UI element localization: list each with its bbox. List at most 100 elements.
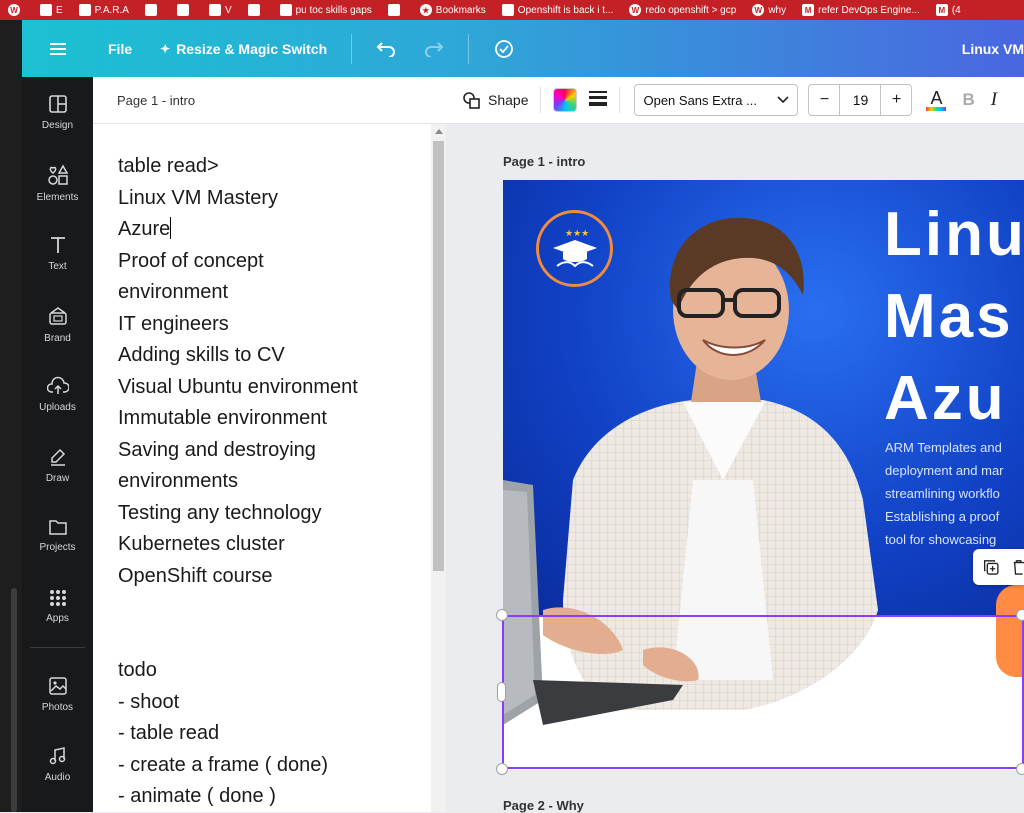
notes-line-text: table read> xyxy=(118,155,219,177)
notes-scrollbar[interactable] xyxy=(431,124,446,812)
italic-button[interactable]: I xyxy=(991,89,997,111)
font-size-value[interactable]: 19 xyxy=(839,85,882,115)
notes-line: Adding skills to CV xyxy=(118,340,431,372)
os-left-edge xyxy=(0,20,22,812)
design-icon xyxy=(48,95,67,113)
resize-handle-top-left[interactable] xyxy=(496,609,508,621)
rail-item-draw[interactable]: Draw xyxy=(22,447,93,484)
bold-button[interactable]: B xyxy=(962,90,974,110)
sparkle-icon: ✦ xyxy=(160,41,171,56)
rail-label: Uploads xyxy=(39,402,76,413)
rail-item-projects[interactable]: Projects xyxy=(22,518,93,553)
bookmark-label: pu toc skills gaps xyxy=(295,4,372,16)
os-scrollbar[interactable] xyxy=(11,588,17,812)
folder-icon xyxy=(78,4,91,16)
notes-line: table read> xyxy=(118,151,431,183)
page-2-label[interactable]: Page 2 - Why xyxy=(503,798,584,813)
page-1-label[interactable]: Page 1 - intro xyxy=(503,154,585,169)
wordpress-icon: W xyxy=(629,4,642,16)
color-picker-button[interactable] xyxy=(553,88,578,112)
notes-line-text: Immutable environment xyxy=(118,407,327,429)
rail-item-text[interactable]: Text xyxy=(22,235,93,272)
photos-icon xyxy=(48,677,67,695)
scrollbar-thumb[interactable] xyxy=(433,141,444,571)
notes-line-text: Adding skills to CV xyxy=(118,344,285,366)
scroll-up-arrow-icon[interactable] xyxy=(435,129,443,134)
notes-line: Azure xyxy=(118,214,431,246)
delete-icon[interactable] xyxy=(1012,557,1024,577)
notes-line: environment xyxy=(118,277,431,309)
rail-item-uploads[interactable]: Uploads xyxy=(22,376,93,413)
bookmark-item[interactable] xyxy=(137,0,169,20)
bookmark-item[interactable] xyxy=(380,0,412,20)
font-family-value: Open Sans Extra ... xyxy=(643,92,757,108)
notes-line: environments xyxy=(118,466,431,498)
notes-line-text: Kubernetes cluster xyxy=(118,533,285,555)
uploads-icon xyxy=(46,376,69,394)
resize-handle-bottom-left[interactable] xyxy=(496,763,508,775)
bookmarks-bar: W E P.A.R.A Vpu toc skills gaps ★ Bookmarks Op… xyxy=(0,0,1024,20)
bookmark-item[interactable]: W xyxy=(0,0,32,20)
bookmark-item[interactable]: E xyxy=(32,0,71,20)
draw-icon xyxy=(50,448,65,466)
chevron-down-icon xyxy=(777,96,790,104)
wordpress-icon: W xyxy=(8,4,20,16)
top-toolbar: File ✦ Resize & Magic Switch Linux VM xyxy=(22,20,1024,77)
bookmark-item[interactable]: ★ Bookmarks xyxy=(412,0,494,20)
notes-line: Kubernetes cluster xyxy=(118,529,431,561)
bookmark-item[interactable]: Wredo openshift > gcp xyxy=(621,0,744,20)
resize-handle-left[interactable] xyxy=(497,682,506,702)
notes-line-text: Visual Ubuntu environment xyxy=(118,375,358,398)
redo-button[interactable] xyxy=(410,31,458,67)
decrease-font-size-button[interactable]: − xyxy=(809,91,839,109)
bookmark-item[interactable]: Wwhy xyxy=(744,0,794,20)
rail-label: Projects xyxy=(39,542,76,553)
toolbar-divider xyxy=(540,87,542,113)
bookmark-item[interactable]: Openshift is back i t... xyxy=(494,0,622,20)
notes-line-text: - shoot xyxy=(118,690,180,713)
text-icon xyxy=(50,237,65,253)
color-bar xyxy=(926,107,947,111)
menu-button[interactable] xyxy=(22,42,94,56)
line-style-button[interactable] xyxy=(589,90,608,111)
notes-line xyxy=(118,592,431,624)
design-title[interactable]: Linux VM xyxy=(962,41,1024,57)
bookmark-item[interactable] xyxy=(169,0,201,20)
rail-item-elements[interactable]: Elements xyxy=(22,164,93,203)
bookmark-label: Openshift is back i t... xyxy=(517,4,614,16)
bookmark-item[interactable]: P.A.R.A xyxy=(71,0,137,20)
shape-button[interactable]: Shape xyxy=(462,91,528,109)
bookmark-item[interactable]: M (4 xyxy=(928,0,969,20)
rail-item-design[interactable]: Design xyxy=(22,94,93,131)
rail-label: Text xyxy=(48,261,67,272)
bookmark-item[interactable]: V xyxy=(201,0,240,20)
notes-editor[interactable]: table read> Linux VM Mastery Azure Proof of… xyxy=(93,124,431,812)
duplicate-icon[interactable] xyxy=(982,557,1000,577)
cloud-save-button[interactable] xyxy=(479,31,529,67)
rail-item-brand[interactable]: Brand xyxy=(22,305,93,344)
rail-item-audio[interactable]: Audio xyxy=(22,746,93,783)
bookmark-item[interactable]: Mrefer DevOps Engine... xyxy=(794,0,928,20)
font-family-select[interactable]: Open Sans Extra ... xyxy=(634,84,799,116)
file-menu-button[interactable]: File xyxy=(94,31,146,67)
notes-line: Immutable environment xyxy=(118,403,431,435)
selection-box[interactable] xyxy=(502,615,1024,769)
increase-font-size-button[interactable]: + xyxy=(881,91,911,109)
resize-handle-top-right[interactable] xyxy=(1016,609,1024,621)
floating-element-toolbar xyxy=(973,549,1024,585)
bookmark-icon xyxy=(208,4,221,16)
notes-page-header: Page 1 - intro xyxy=(93,77,446,124)
rail-label: Photos xyxy=(41,702,74,713)
notes-line-text: OpenShift course xyxy=(118,564,273,587)
resize-magic-switch-button[interactable]: ✦ Resize & Magic Switch xyxy=(146,31,341,67)
resize-handle-bottom-right[interactable] xyxy=(1016,763,1024,775)
rail-label: Elements xyxy=(36,192,79,203)
undo-button[interactable] xyxy=(362,31,410,67)
font-size-stepper[interactable]: − 19 + xyxy=(808,84,913,116)
rail-item-apps[interactable]: Apps xyxy=(22,589,93,624)
redo-icon xyxy=(425,41,444,57)
text-color-button[interactable]: A xyxy=(926,89,947,111)
bookmark-item[interactable] xyxy=(240,0,272,20)
bookmark-item[interactable]: pu toc skills gaps xyxy=(272,0,380,20)
rail-item-photos[interactable]: Photos xyxy=(22,676,93,713)
